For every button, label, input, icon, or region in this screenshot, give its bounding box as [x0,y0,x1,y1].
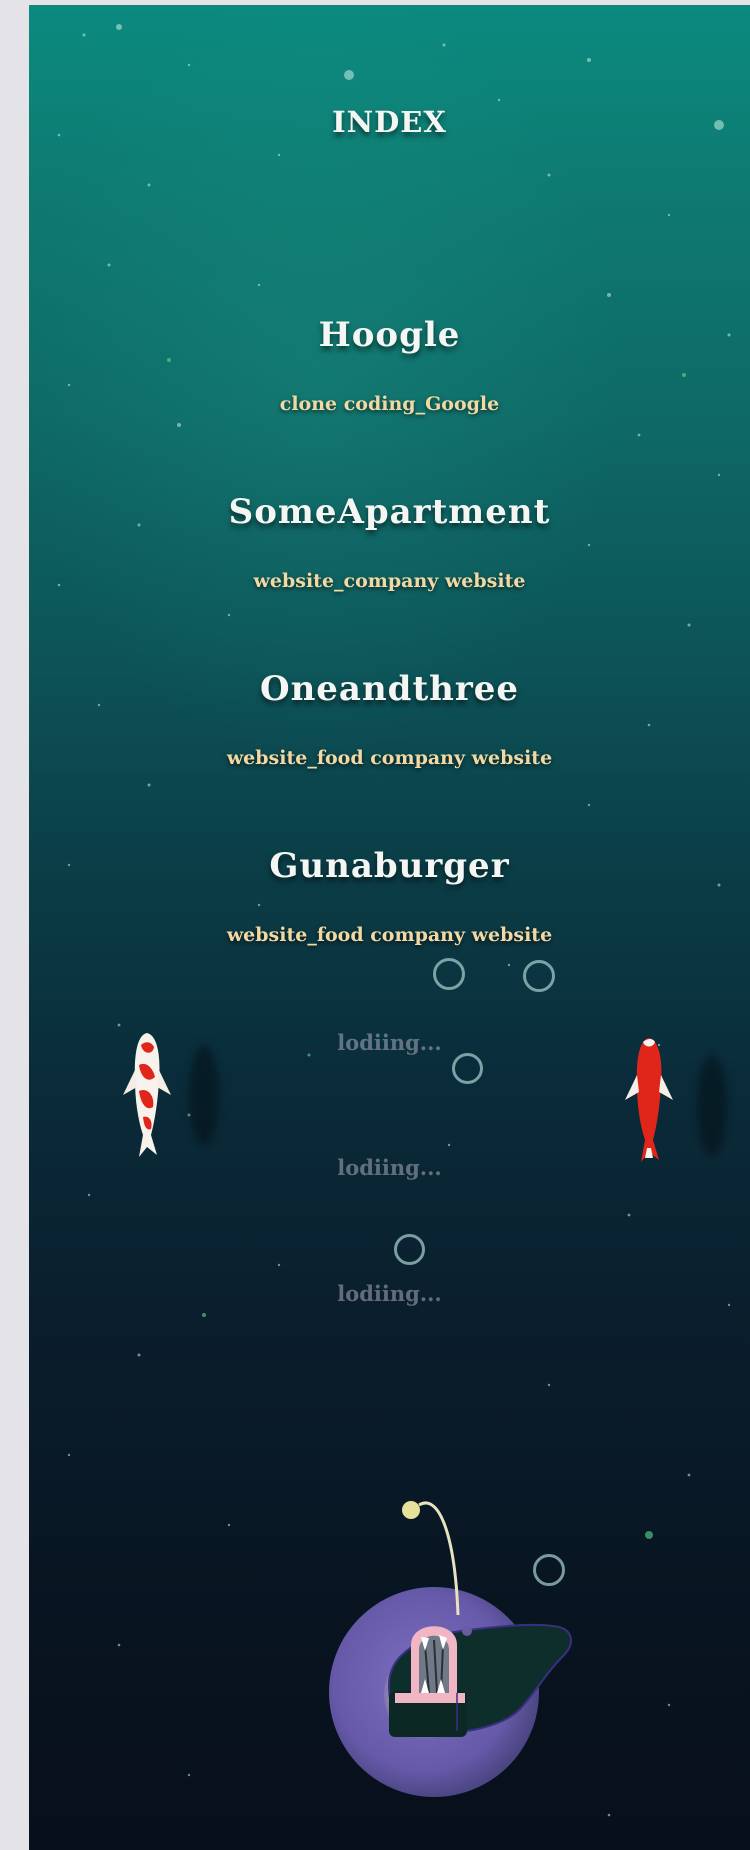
browser-left-margin [0,0,29,1850]
page-title: INDEX [332,105,447,139]
bubble [523,960,555,992]
project-title-gunaburger[interactable]: Gunaburger [29,846,750,886]
koi-fish-icon [625,1038,673,1162]
fish-shadow [697,1055,727,1155]
bubble [433,958,465,990]
bubble [394,1234,425,1265]
anglerfish-icon [387,1501,572,1737]
project-title-someapartment[interactable]: SomeApartment [29,492,750,532]
bubble [452,1053,483,1084]
project-description-oneandthree: website_food company website [226,747,553,769]
project-title-hoogle[interactable]: Hoogle [29,315,750,355]
underwater-background: INDEX Hoogle clone coding_Google SomeApa… [29,5,750,1850]
project-description-gunaburger: website_food company website [226,924,553,946]
project-title-oneandthree[interactable]: Oneandthree [29,669,750,709]
project-description-someapartment: website_company website [253,570,526,592]
loading-text: lodiing... [337,1281,442,1306]
project-description-hoogle: clone coding_Google [279,393,500,415]
fish-shadow [189,1045,219,1145]
koi-fish-icon [123,1033,171,1157]
